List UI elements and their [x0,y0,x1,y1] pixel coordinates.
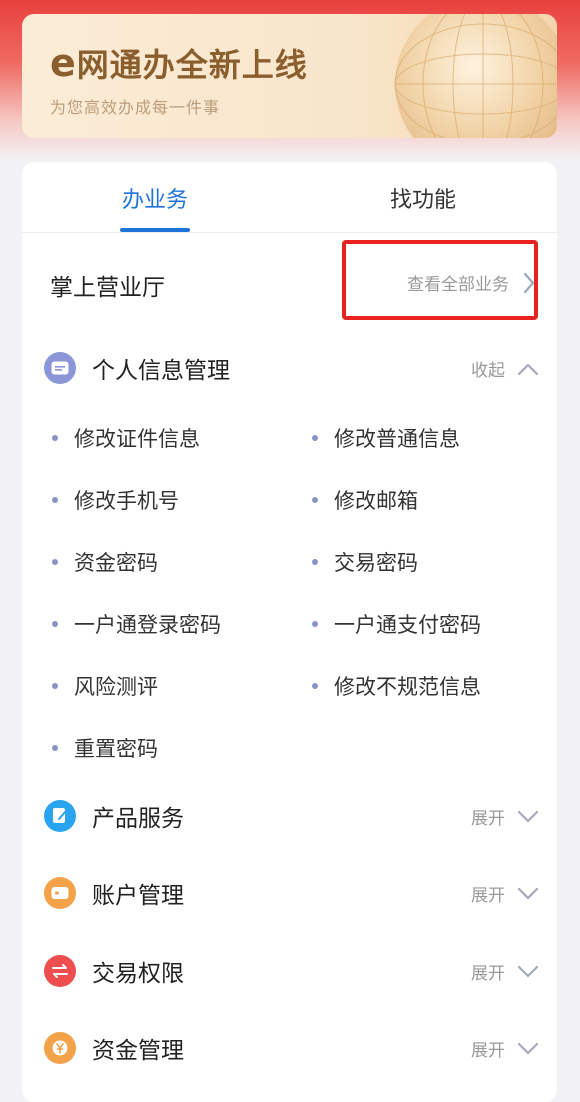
menu-item[interactable]: 资金密码 [52,547,158,577]
menu-item[interactable]: 修改不规范信息 [312,671,481,701]
group-label: 交易权限 [92,961,184,987]
menu-item[interactable]: 修改证件信息 [52,423,200,453]
group-trading-permissions[interactable]: 交易权限 展开 [44,951,539,991]
tab-business[interactable]: 办业务 [120,182,190,214]
bullet-dot [312,683,318,689]
group-label: 产品服务 [92,806,184,832]
toggle-label: 收起 [471,361,505,381]
promo-banner[interactable]: e网通办全新上线 为您高效办成每一件事 [22,14,557,138]
toggle-label: 展开 [471,809,505,829]
section-title: 掌上营业厅 [50,275,165,301]
bullet-dot [312,621,318,627]
banner-title-text: 网通办全新上线 [76,46,308,84]
service-card: 办业务 找功能 掌上营业厅 查看全部业务 个人信息管理 收起 修改证件信息 修改… [22,162,557,1102]
bullet-dot [52,435,58,441]
expand-toggle[interactable]: 展开 [471,1036,539,1061]
group-fund-management[interactable]: 资金管理 展开 [44,1028,539,1068]
yen-coin-icon [44,1032,76,1064]
tab-underline [120,228,190,232]
group-label: 账户管理 [92,883,184,909]
document-icon [44,800,76,832]
bullet-dot [52,683,58,689]
banner-subtitle: 为您高效办成每一件事 [50,98,221,117]
bullet-dot [312,559,318,565]
toggle-label: 展开 [471,1041,505,1061]
expand-toggle[interactable]: 展开 [471,881,539,906]
expand-toggle[interactable]: 展开 [471,804,539,829]
toggle-label: 展开 [471,964,505,984]
item-label: 修改普通信息 [334,427,460,451]
bullet-dot [52,559,58,565]
banner-title-e: e [50,41,77,85]
menu-item[interactable]: 修改普通信息 [312,423,460,453]
item-label: 修改邮箱 [334,489,418,513]
bullet-dot [52,745,58,751]
menu-item[interactable]: 一户通登录密码 [52,609,221,639]
item-label: 修改证件信息 [74,427,200,451]
item-label: 资金密码 [74,551,158,575]
item-label: 一户通登录密码 [74,613,221,637]
expand-toggle[interactable]: 展开 [471,959,539,984]
chevron-down-icon [517,887,539,899]
exchange-icon [44,955,76,987]
group-product-service[interactable]: 产品服务 展开 [44,796,539,836]
banner-title: e网通办全新上线 [50,40,308,86]
toggle-label: 展开 [471,886,505,906]
group-label: 资金管理 [92,1038,184,1064]
id-card-icon [44,352,76,384]
item-label: 修改不规范信息 [334,675,481,699]
globe-illustration-icon [394,14,557,138]
group-personal-info[interactable]: 个人信息管理 收起 [44,348,539,388]
collapse-toggle[interactable]: 收起 [471,356,539,381]
menu-item[interactable]: 风险测评 [52,671,158,701]
item-label: 风险测评 [74,675,158,699]
group-account-management[interactable]: 账户管理 展开 [44,873,539,913]
bullet-dot [52,497,58,503]
menu-item[interactable]: 重置密码 [52,733,158,763]
bullet-dot [52,621,58,627]
item-label: 一户通支付密码 [334,613,481,637]
menu-item[interactable]: 一户通支付密码 [312,609,481,639]
bullet-dot [312,497,318,503]
chevron-down-icon [517,1042,539,1054]
item-label: 重置密码 [74,737,158,761]
chevron-down-icon [517,965,539,977]
wallet-icon [44,877,76,909]
chevron-up-icon [517,363,539,375]
highlight-box [342,240,538,320]
menu-item[interactable]: 修改邮箱 [312,485,418,515]
menu-item[interactable]: 修改手机号 [52,485,179,515]
tab-bar: 办业务 找功能 [22,162,557,233]
menu-item[interactable]: 交易密码 [312,547,418,577]
group-label: 个人信息管理 [92,358,230,384]
item-label: 修改手机号 [74,489,179,513]
chevron-down-icon [517,810,539,822]
item-label: 交易密码 [334,551,418,575]
tab-find-function[interactable]: 找功能 [388,182,458,214]
bullet-dot [312,435,318,441]
